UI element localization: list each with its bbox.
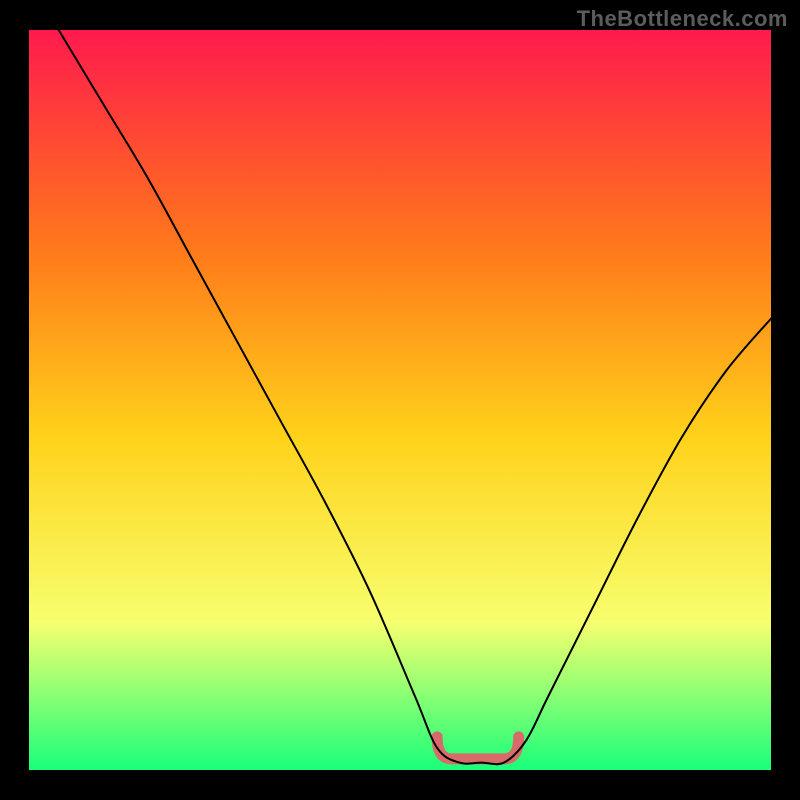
watermark-text: TheBottleneck.com [577,6,788,32]
plot-area [29,30,771,770]
chart-frame: TheBottleneck.com [0,0,800,800]
bottleneck-chart [29,30,771,770]
